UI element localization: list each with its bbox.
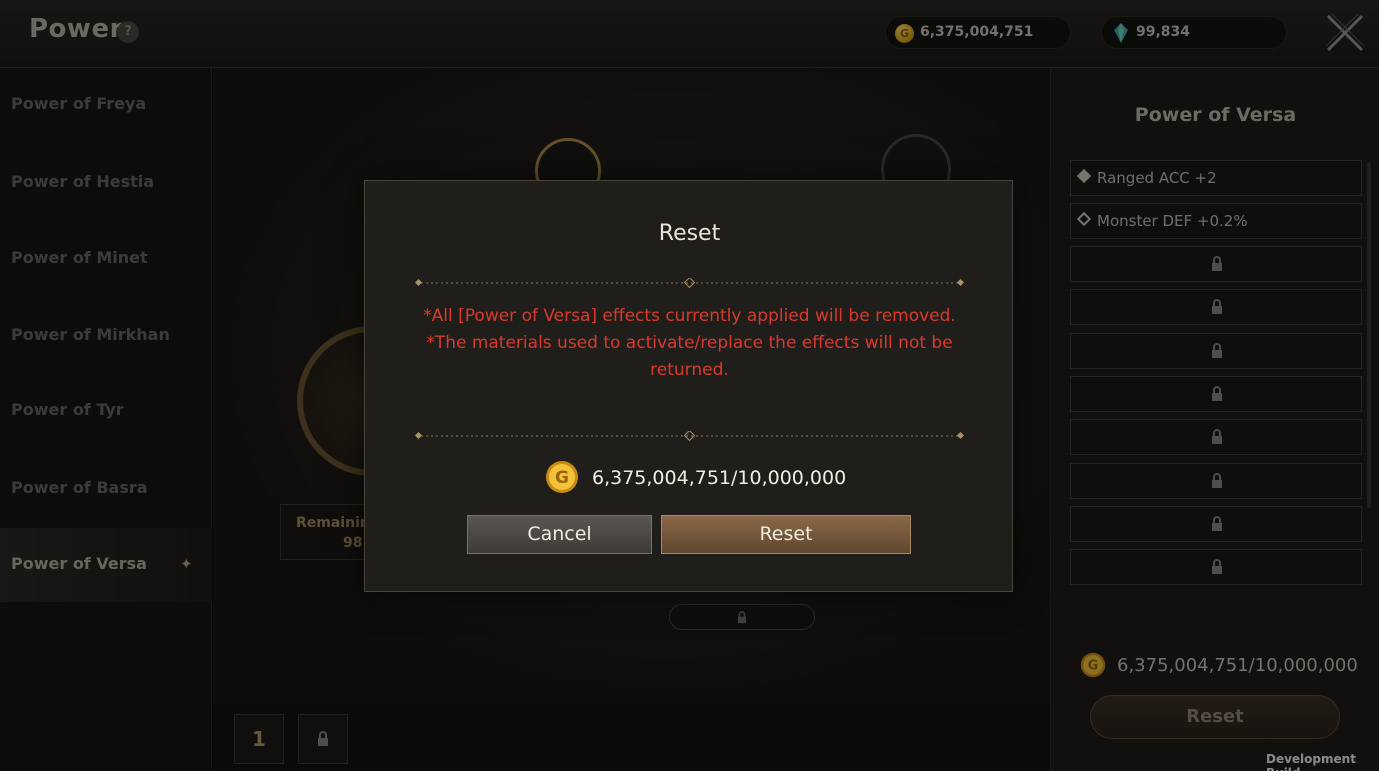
sidebar-item-label: Power of Hestia <box>11 172 155 191</box>
dialog-warning: *All [Power of Versa] effects currently … <box>415 303 964 384</box>
gold-coin-icon: G <box>895 24 914 43</box>
gold-amount: 6,375,004,751 <box>920 24 1034 40</box>
effect-text: Ranged ACC +2 <box>1097 169 1217 187</box>
diamond-icon <box>1076 168 1092 184</box>
diamond-outline-icon <box>1076 211 1092 227</box>
scrollbar[interactable] <box>1367 162 1371 508</box>
effect-slot[interactable]: Monster DEF +0.2% <box>1070 203 1362 239</box>
page-button-locked[interactable] <box>298 714 348 764</box>
sidebar-item-label: Power of Basra <box>11 478 148 497</box>
remaining-value: 98 <box>343 535 363 551</box>
locked-effect-slot[interactable] <box>1070 505 1362 542</box>
sidebar-item-label: Power of Minet <box>11 248 148 267</box>
sidebar-item-hestia[interactable]: Power of Hestia <box>0 146 212 220</box>
cancel-button[interactable]: Cancel <box>467 515 652 554</box>
lock-icon <box>318 731 328 746</box>
lock-icon <box>1212 559 1222 575</box>
help-icon[interactable]: ? <box>117 21 139 43</box>
panel-cost-value: 6,375,004,751/10,000,000 <box>1117 655 1358 676</box>
sidebar-item-label: Power of Mirkhan <box>11 325 170 344</box>
lock-icon <box>1212 385 1222 401</box>
lock-icon <box>1212 515 1222 531</box>
panel-title: Power of Versa <box>1134 104 1297 126</box>
gold-coin-icon: G <box>546 461 578 493</box>
sidebar-item-basra[interactable]: Power of Basra <box>0 452 212 526</box>
reset-dialog: Reset *All [Power of Versa] effects curr… <box>364 180 1013 592</box>
warning-line: *All [Power of Versa] effects currently … <box>423 306 956 326</box>
page-title: Power <box>29 14 123 44</box>
gem-currency: 99,834 <box>1101 16 1287 49</box>
dialog-cost-value: 6,375,004,751/10,000,000 <box>592 467 847 489</box>
gold-currency: G 6,375,004,751 <box>885 16 1071 49</box>
lock-icon <box>737 611 747 624</box>
locked-effect-slot[interactable] <box>1070 419 1362 456</box>
gem-amount: 99,834 <box>1136 24 1191 40</box>
svg-text:G: G <box>1088 659 1099 674</box>
gold-coin-icon: G <box>1080 652 1106 678</box>
warning-line: returned. <box>650 360 729 380</box>
sidebar-item-freya[interactable]: Power of Freya <box>0 68 212 142</box>
divider <box>415 278 964 288</box>
panel-cost: G 6,375,004,751/10,000,000 <box>1080 652 1379 682</box>
lock-icon <box>1212 342 1222 358</box>
sidebar-item-mirkhan[interactable]: Power of Mirkhan <box>0 299 212 373</box>
sidebar-item-minet[interactable]: Power of Minet <box>0 222 212 296</box>
dialog-title: Reset <box>658 221 721 246</box>
dialog-cost: G 6,375,004,751/10,000,000 <box>545 460 847 496</box>
dev-build-label: Development Build <box>1266 752 1356 771</box>
locked-node-slot[interactable] <box>669 604 815 630</box>
locked-effect-slot[interactable] <box>1070 289 1362 326</box>
top-bar: Power ? G 6,375,004,751 99,834 <box>0 0 1379 68</box>
divider <box>415 431 964 441</box>
sidebar: Power of Freya Power of Hestia Power of … <box>0 68 212 771</box>
locked-effect-slot[interactable] <box>1070 246 1362 282</box>
sidebar-item-tyr[interactable]: Power of Tyr <box>0 374 212 448</box>
effect-text: Monster DEF +0.2% <box>1097 212 1248 230</box>
lock-icon <box>1212 299 1222 315</box>
svg-text:G: G <box>555 468 569 488</box>
close-icon[interactable] <box>1322 10 1368 56</box>
lock-icon <box>1212 256 1222 271</box>
lock-icon <box>1212 429 1222 445</box>
locked-effect-slot[interactable] <box>1070 332 1362 369</box>
panel-reset-button[interactable]: Reset <box>1090 695 1340 739</box>
page-number: 1 <box>252 727 266 751</box>
lock-icon <box>1212 472 1222 488</box>
page-button-1[interactable]: 1 <box>234 714 284 764</box>
locked-effect-slot[interactable] <box>1070 462 1362 499</box>
locked-effect-slot[interactable] <box>1070 375 1362 412</box>
selected-arrow-icon: ✦ <box>180 555 193 573</box>
warning-line: *The materials used to activate/replace … <box>426 333 953 353</box>
sidebar-item-label: Power of Tyr <box>11 400 124 419</box>
sidebar-item-versa[interactable]: Power of Versa ✦ <box>0 528 212 602</box>
remaining-label: Remainin <box>296 515 370 531</box>
effect-slot[interactable]: Ranged ACC +2 <box>1070 160 1362 196</box>
gem-icon <box>1114 23 1128 43</box>
sidebar-item-label: Power of Versa <box>11 554 147 573</box>
reset-button[interactable]: Reset <box>661 515 911 554</box>
locked-effect-slot[interactable] <box>1070 549 1362 586</box>
sidebar-item-label: Power of Freya <box>11 94 147 113</box>
